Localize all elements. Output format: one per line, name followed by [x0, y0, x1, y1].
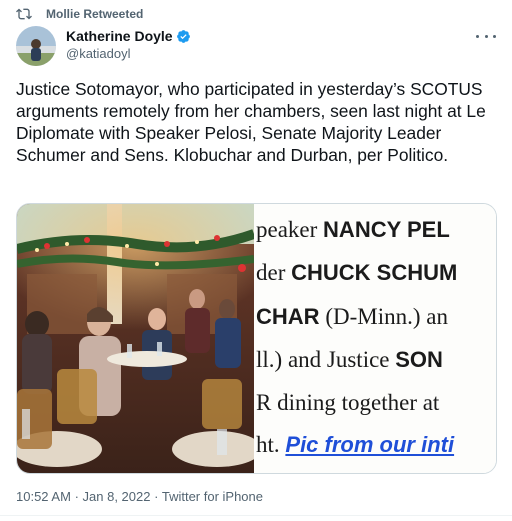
author-block: Katherine Doyle @katiadoyl [66, 27, 191, 61]
more-dot-icon [476, 34, 479, 38]
clipping-line: R dining together at [256, 390, 440, 415]
author-name[interactable]: Katherine Doyle [66, 28, 173, 44]
more-dot-icon [493, 34, 496, 38]
restaurant-photo[interactable] [17, 204, 254, 473]
more-dot-icon [484, 34, 488, 38]
news-clipping-image[interactable]: peaker NANCY PEL der CHUCK SCHUM CHAR (D… [254, 204, 496, 473]
clipping-line: CHAR (D-Minn.) an [256, 304, 448, 329]
separator: · [154, 489, 159, 504]
retweet-icon [16, 6, 32, 22]
author-handle[interactable]: @katiadoyl [66, 46, 191, 61]
tweet-text: Justice Sotomayor, who participated in y… [16, 79, 486, 165]
clipping-line: ll.) and Justice SON [256, 347, 443, 372]
clipping-link: Pic from our inti [285, 432, 455, 457]
clipping-line: peaker NANCY PEL [256, 217, 450, 242]
tweet-metadata: 10:52 AM · Jan 8, 2022 · Twitter for iPh… [16, 489, 263, 504]
separator: · [74, 489, 79, 504]
tweet-date[interactable]: Jan 8, 2022 [83, 489, 151, 504]
more-options-button[interactable] [476, 28, 496, 44]
tweet-source[interactable]: Twitter for iPhone [162, 489, 263, 504]
tweet-media[interactable]: peaker NANCY PEL der CHUCK SCHUM CHAR (D… [16, 203, 497, 474]
retweet-header: Mollie Retweeted [16, 6, 143, 22]
retweet-label[interactable]: Mollie Retweeted [46, 7, 143, 21]
tweet-time[interactable]: 10:52 AM [16, 489, 71, 504]
divider [0, 515, 512, 516]
verified-badge-icon [176, 29, 191, 44]
avatar[interactable] [16, 26, 56, 66]
clipping-line: ht. Pic from our inti [256, 432, 455, 457]
clipping-line: der CHUCK SCHUM [256, 260, 458, 285]
